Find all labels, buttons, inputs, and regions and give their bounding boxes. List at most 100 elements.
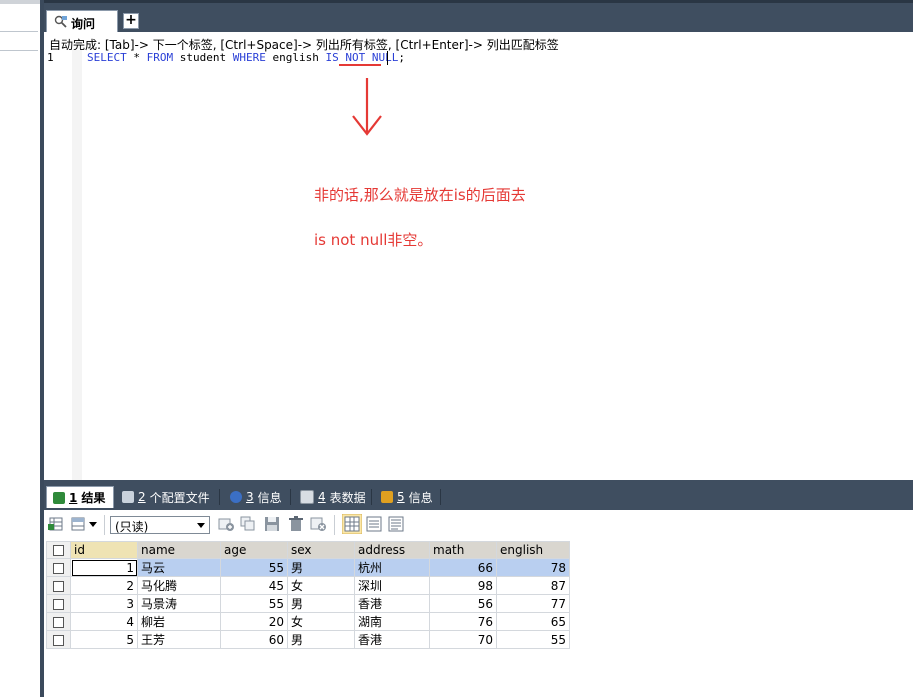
cell-sex[interactable]: 女 [287,612,355,631]
cell-address[interactable]: 香港 [354,630,430,649]
grid-view-icon[interactable] [342,514,362,534]
cell-english[interactable]: 87 [496,576,570,595]
cell-math[interactable]: 76 [429,612,497,631]
cell-english[interactable]: 78 [496,558,570,577]
tab-info-2[interactable]: 5 信息 [375,486,439,508]
new-tab-button[interactable]: + [123,13,139,29]
table-row[interactable]: 4 柳岩 20 女湖南 76 65 [46,612,570,631]
readonly-select[interactable]: (只读) [110,516,210,534]
cancel-changes-icon[interactable] [310,516,326,532]
tab-profiles[interactable]: 2 个配置文件 [116,486,216,508]
profile-icon [122,491,134,503]
select-all-checkbox[interactable] [46,541,71,559]
delete-icon[interactable] [288,516,304,532]
cell-math[interactable]: 98 [429,576,497,595]
cell-math[interactable]: 56 [429,594,497,613]
table-icon [300,490,314,504]
query-tab-label: 询问 [71,17,96,31]
sql-semicolon: ; [398,51,405,64]
cell-english[interactable]: 77 [496,594,570,613]
cell-sex[interactable]: 男 [287,594,355,613]
cell-name[interactable]: 王芳 [137,630,221,649]
cell-age[interactable]: 55 [220,558,288,577]
cell-name[interactable]: 马景涛 [137,594,221,613]
table-row[interactable]: 3 马景涛 55 男香港 56 77 [46,594,570,613]
cell-english[interactable]: 55 [496,630,570,649]
form-view-icon[interactable] [366,516,382,532]
tab-results-label: 结果 [81,491,106,505]
sql-keyword-null: NULL [371,51,399,64]
annotation-arrow [352,78,382,136]
export-grid-icon[interactable] [48,516,64,532]
cell-age[interactable]: 55 [220,594,288,613]
cell-age[interactable]: 20 [220,612,288,631]
sql-statement[interactable]: SELECT * FROM student WHERE english IS N… [87,51,405,64]
annotation-note-2: is not null非空。 [314,231,433,249]
tab-info[interactable]: 3 信息 [224,486,288,508]
column-header-english[interactable]: english [496,541,570,559]
sql-editor[interactable]: 自动完成: [Tab]-> 下一个标签, [Ctrl+Space]-> 列出所有… [44,32,913,480]
cell-id[interactable]: 4 [70,612,138,631]
column-header-math[interactable]: math [429,541,497,559]
editor-tab-strip-border [44,0,913,3]
row-checkbox[interactable] [46,594,71,613]
insert-row-icon[interactable] [218,516,234,532]
cell-name[interactable]: 柳岩 [137,612,221,631]
tab-table-data-label: 表数据 [329,490,366,505]
tab-table-data[interactable]: 4 表数据 [294,486,372,508]
cell-english[interactable]: 65 [496,612,570,631]
cell-id[interactable]: 2 [70,576,138,595]
column-header-name[interactable]: name [137,541,221,559]
cell-address[interactable]: 香港 [354,594,430,613]
cell-address[interactable]: 湖南 [354,612,430,631]
tab-profiles-label: 个配置文件 [149,490,210,505]
table-row[interactable]: 2 马化腾 45 女深圳 98 87 [46,576,570,595]
chevron-down-icon[interactable] [88,516,98,532]
cell-id[interactable]: 5 [70,630,138,649]
tab-table-data-number: 4 [318,490,326,504]
column-header-id[interactable]: id [70,541,138,559]
table-row[interactable]: 5 王芳 60 男香港 70 55 [46,630,570,649]
cell-name[interactable]: 马化腾 [137,576,221,595]
cell-address[interactable]: 深圳 [354,576,430,595]
duplicate-row-icon[interactable] [240,516,256,532]
grid-options-icon[interactable] [70,516,86,532]
table-row[interactable]: 1 马云 55 男杭州 66 78 [46,558,570,577]
object-browser-panel [0,0,40,697]
cell-address[interactable]: 杭州 [354,558,430,577]
tab-results[interactable]: 1 结果 [46,486,114,508]
sql-keyword-not: NOT [345,51,366,64]
row-checkbox[interactable] [46,576,71,595]
column-header-address[interactable]: address [354,541,430,559]
line-number: 1 [47,51,54,64]
annotation-underline [339,64,381,66]
text-cursor [387,51,388,65]
cell-name[interactable]: 马云 [137,558,221,577]
history-icon [381,491,393,503]
save-icon[interactable] [264,516,280,532]
cell-age[interactable]: 60 [220,630,288,649]
row-checkbox[interactable] [46,630,71,649]
query-icon [54,15,67,28]
annotation-note-1: 非的话,那么就是放在is的后面去 [314,186,526,204]
chevron-down-icon [197,523,205,528]
cell-math[interactable]: 70 [429,630,497,649]
line-gutter [44,50,86,480]
tab-info-label: 信息 [257,490,282,505]
results-table[interactable]: id name age sex address math english 1 马云… [46,541,570,649]
cell-math[interactable]: 66 [429,558,497,577]
cell-sex[interactable]: 女 [287,576,355,595]
query-tab[interactable]: 询问 [46,10,118,32]
cell-sex[interactable]: 男 [287,630,355,649]
row-checkbox[interactable] [46,558,71,577]
tab-info-2-label: 信息 [408,490,433,505]
cell-sex[interactable]: 男 [287,558,355,577]
cell-id[interactable]: 1 [70,558,138,577]
cell-id[interactable]: 3 [70,594,138,613]
object-browser-filter-input[interactable] [0,31,38,51]
column-header-sex[interactable]: sex [287,541,355,559]
row-checkbox[interactable] [46,612,71,631]
column-header-age[interactable]: age [220,541,288,559]
text-view-icon[interactable] [388,516,404,532]
cell-age[interactable]: 45 [220,576,288,595]
